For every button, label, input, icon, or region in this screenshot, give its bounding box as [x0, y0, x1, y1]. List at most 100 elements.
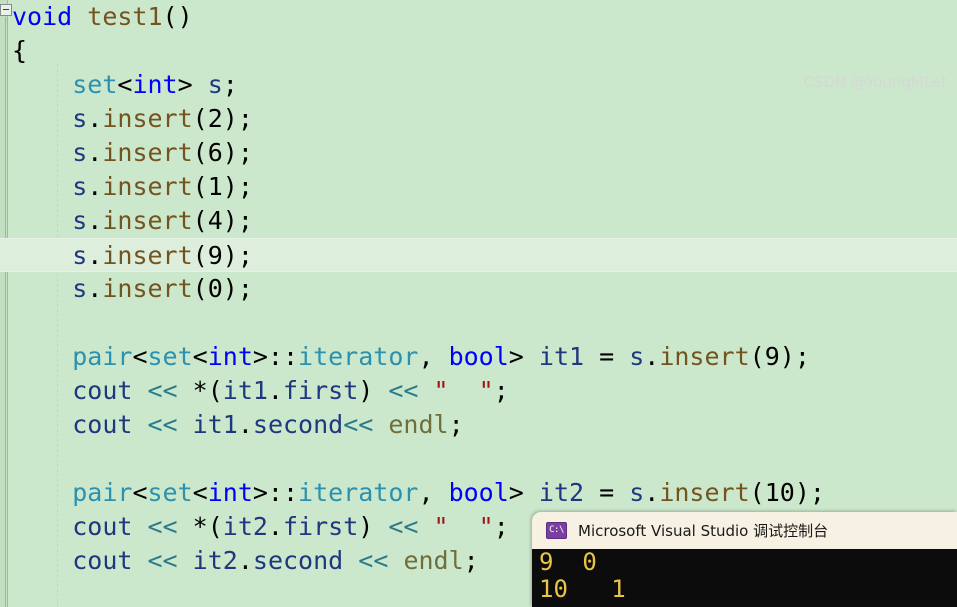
code-line[interactable]: cout << *(it1.first) << " "; — [0, 374, 957, 408]
code-token: . — [644, 342, 660, 371]
code-token: cout — [72, 376, 133, 405]
code-line[interactable]: pair<set<int>::iterator, bool> it2 = s.i… — [0, 476, 957, 510]
code-token: 9 — [764, 342, 780, 371]
code-token: iterator — [298, 478, 419, 507]
code-token: << — [343, 410, 374, 439]
code-token: ) — [358, 512, 389, 541]
code-token: insert — [102, 138, 193, 167]
code-token: cout — [72, 512, 133, 541]
code-token: insert — [102, 104, 193, 133]
code-token: ); — [222, 172, 253, 201]
console-window[interactable]: C:\ Microsoft Visual Studio 调试控制台 9 0 10… — [532, 512, 957, 607]
code-token: << — [358, 546, 389, 575]
code-token: 10 — [764, 478, 795, 507]
code-token: it2 — [192, 546, 238, 575]
code-token: . — [267, 376, 283, 405]
code-token: insert — [659, 342, 750, 371]
code-line[interactable] — [0, 306, 957, 340]
code-line[interactable] — [0, 442, 957, 476]
console-app-icon: C:\ — [546, 522, 567, 539]
code-token: < — [132, 342, 148, 371]
code-token: ( — [192, 206, 208, 235]
code-line[interactable]: { — [0, 34, 957, 68]
code-token: << — [147, 376, 178, 405]
console-output-line: 10 1 — [539, 575, 626, 603]
code-token: ( — [192, 274, 208, 303]
console-window-title: Microsoft Visual Studio 调试控制台 — [578, 522, 829, 540]
code-token: . — [644, 478, 660, 507]
code-token: s — [72, 206, 88, 235]
code-token: ); — [222, 241, 253, 270]
console-icon-label: C:\ — [549, 525, 564, 535]
code-token: s — [72, 274, 88, 303]
code-token: insert — [102, 274, 193, 303]
code-line[interactable]: pair<set<int>::iterator, bool> it1 = s.i… — [0, 340, 957, 374]
code-token: 9 — [207, 241, 223, 270]
code-line[interactable]: s.insert(4); — [0, 204, 957, 238]
code-line[interactable]: s.insert(6); — [0, 136, 957, 170]
code-token: = — [584, 342, 630, 371]
code-token: > — [508, 478, 539, 507]
code-token: set — [147, 342, 193, 371]
code-token: 4 — [207, 206, 223, 235]
code-token: > — [177, 70, 208, 99]
code-line[interactable]: cout << it1.second<< endl; — [0, 408, 957, 442]
code-line[interactable]: s.insert(0); — [0, 272, 957, 306]
code-token: { — [12, 36, 28, 65]
code-token: ); — [222, 206, 253, 235]
code-token: it2 — [222, 512, 268, 541]
code-token: ( — [192, 241, 208, 270]
code-token: insert — [659, 478, 750, 507]
code-token: void — [12, 2, 73, 31]
code-token: ; — [448, 410, 464, 439]
code-token: second — [252, 410, 344, 439]
code-token: int — [207, 342, 253, 371]
code-token: s — [72, 104, 88, 133]
code-token: " " — [433, 376, 494, 405]
code-line[interactable]: void test1() — [0, 0, 957, 34]
code-line[interactable]: s.insert(2); — [0, 102, 957, 136]
code-line[interactable]: s.insert(9); — [0, 238, 957, 272]
code-token: s — [207, 70, 223, 99]
code-token: ( — [192, 104, 208, 133]
code-token: ); — [794, 478, 825, 507]
code-token: > — [508, 342, 539, 371]
console-output-area[interactable]: 9 0 10 1 — [532, 549, 957, 607]
code-token: ( — [192, 138, 208, 167]
code-token: ; — [463, 546, 479, 575]
code-token: bool — [448, 342, 509, 371]
code-line[interactable]: s.insert(1); — [0, 170, 957, 204]
code-token: s — [72, 138, 88, 167]
code-token: ) — [358, 376, 389, 405]
code-token: ; — [222, 70, 238, 99]
console-titlebar[interactable]: C:\ Microsoft Visual Studio 调试控制台 — [532, 512, 957, 549]
code-token: ); — [779, 342, 810, 371]
code-token: s — [629, 342, 645, 371]
code-token: endl — [388, 410, 449, 439]
code-token: set — [147, 478, 193, 507]
code-token: () — [162, 2, 193, 31]
code-token: << — [147, 512, 178, 541]
code-token: , — [418, 478, 449, 507]
code-token: test1 — [87, 2, 163, 31]
code-token: it1 — [192, 410, 238, 439]
code-token: cout — [72, 546, 133, 575]
code-token: < — [132, 478, 148, 507]
code-token: ( — [749, 478, 765, 507]
code-token: < — [192, 478, 208, 507]
code-token: it1 — [222, 376, 268, 405]
code-token: , — [418, 342, 449, 371]
code-token: . — [87, 104, 103, 133]
code-token: << — [388, 512, 419, 541]
code-token: 0 — [207, 274, 223, 303]
code-token: < — [117, 70, 133, 99]
code-token: ); — [222, 138, 253, 167]
code-token: ; — [493, 512, 509, 541]
